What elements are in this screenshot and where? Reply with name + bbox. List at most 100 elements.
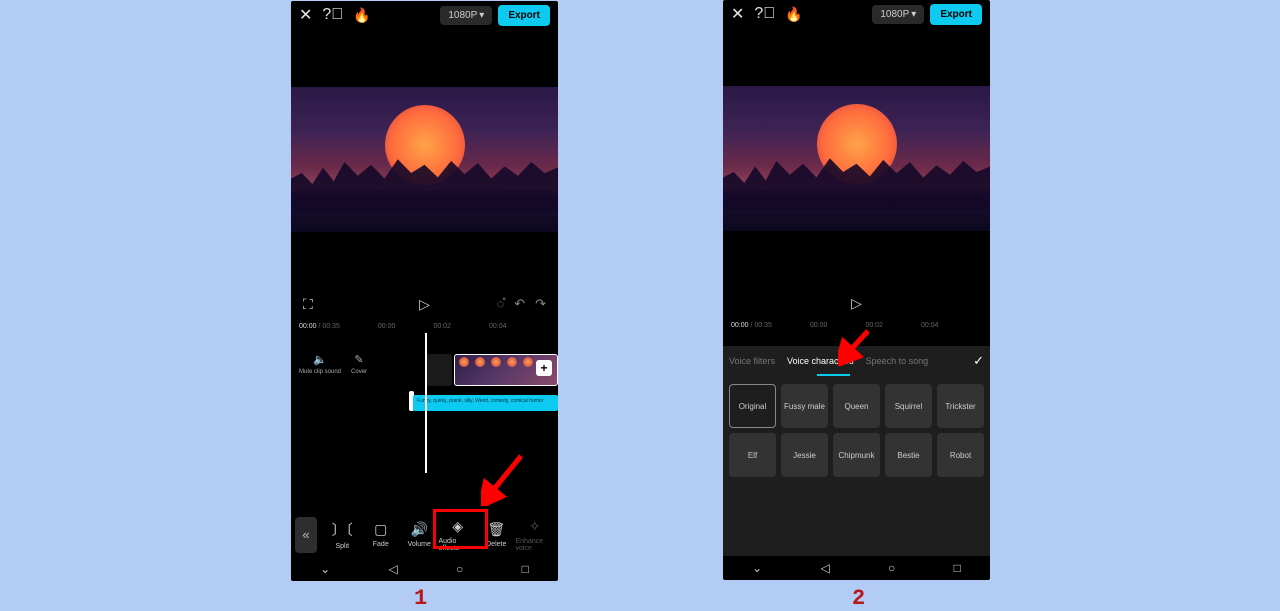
- phone-screen-2: ✕ ?⃝ 🔥 1080P ▾ Export ▷ 00:00 /: [723, 0, 990, 580]
- cover-button[interactable]: ✎ Cover: [351, 353, 367, 375]
- fullscreen-icon[interactable]: ⛶: [303, 296, 313, 313]
- toolbar: « 〕〔 Split ▢ Fade 🔊 Volume ◈ Audio effec…: [291, 512, 558, 557]
- tool-label: Enhance voice: [516, 538, 555, 552]
- nav-down-icon[interactable]: ⌄: [752, 561, 762, 575]
- export-button[interactable]: Export: [498, 5, 550, 26]
- play-icon[interactable]: ▷: [851, 295, 862, 312]
- enhance-icon: ✧: [529, 518, 541, 535]
- nav-home-icon[interactable]: ○: [888, 561, 895, 575]
- video-preview: [291, 29, 558, 289]
- voice-tabs: Voice filters Voice characters Speech to…: [729, 346, 984, 376]
- mute-clip-button[interactable]: 🔈 Mute clip sound: [299, 353, 341, 375]
- time-current: 00:00: [299, 323, 317, 330]
- preview-frame: [291, 87, 558, 232]
- nav-back-icon[interactable]: ◁: [821, 561, 830, 575]
- playback-controls: ⛶ ▷ ◌̊ ↶ ↷: [291, 289, 558, 319]
- play-icon[interactable]: ▷: [419, 296, 430, 313]
- voice-elf[interactable]: Elf: [729, 433, 776, 477]
- fire-icon[interactable]: 🔥: [785, 6, 802, 23]
- time-mark: 00:00: [810, 322, 828, 329]
- speaker-icon: 🔈: [313, 353, 327, 366]
- undo-icon[interactable]: ↶: [514, 296, 525, 312]
- delete-tool[interactable]: 🗑 Delete: [477, 521, 516, 548]
- mute-label: Mute clip sound: [299, 369, 341, 375]
- confirm-check-icon[interactable]: ✓: [973, 353, 984, 369]
- time-mark: 00:04: [921, 322, 939, 329]
- nav-back-icon[interactable]: ◁: [389, 562, 398, 576]
- preview-frame: [723, 86, 990, 231]
- enhance-voice-tool[interactable]: ✧ Enhance voice: [516, 518, 555, 552]
- voice-squirrel[interactable]: Squirrel: [885, 384, 932, 428]
- voice-robot[interactable]: Robot: [937, 433, 984, 477]
- voice-fussy-male[interactable]: Fussy male: [781, 384, 828, 428]
- voice-bestie[interactable]: Bestie: [885, 433, 932, 477]
- split-tool[interactable]: 〕〔 Split: [323, 520, 362, 550]
- fade-tool[interactable]: ▢ Fade: [362, 521, 401, 548]
- tab-voice-filters[interactable]: Voice filters: [729, 356, 775, 366]
- time-total: 00:35: [754, 322, 772, 329]
- nav-recent-icon[interactable]: □: [954, 561, 961, 575]
- time-total: 00:35: [322, 323, 340, 330]
- export-button[interactable]: Export: [930, 4, 982, 25]
- timeline-area[interactable]: 🔈 Mute clip sound ✎ Cover + Funny, quirk…: [291, 333, 558, 423]
- resolution-selector[interactable]: 1080P ▾: [440, 6, 492, 25]
- chevron-down-icon: ▾: [479, 10, 484, 21]
- audio-effects-icon: ◈: [452, 518, 463, 535]
- time-mark: 00:02: [433, 323, 451, 330]
- voice-trickster[interactable]: Trickster: [937, 384, 984, 428]
- android-navbar: ⌄ ◁ ○ □: [723, 556, 990, 580]
- voice-characters-panel: Voice filters Voice characters Speech to…: [723, 346, 990, 556]
- add-clip-button[interactable]: +: [536, 360, 552, 376]
- nav-recent-icon[interactable]: □: [522, 562, 529, 576]
- tool-label: Split: [335, 543, 349, 550]
- video-preview: [723, 28, 990, 288]
- edit-icon: ✎: [354, 353, 363, 366]
- resolution-label: 1080P: [448, 10, 477, 21]
- close-icon[interactable]: ✕: [731, 4, 744, 24]
- tab-speech-to-song[interactable]: Speech to song: [866, 356, 929, 366]
- time-mark: 00:00: [378, 323, 396, 330]
- time-mark: 00:04: [489, 323, 507, 330]
- caption-number-1: 1: [414, 586, 427, 611]
- playback-controls: ▷: [723, 288, 990, 318]
- droplet-icon[interactable]: ◌̊: [496, 296, 504, 312]
- tool-label: Volume: [408, 541, 431, 548]
- blank-clip[interactable]: [426, 354, 452, 386]
- resolution-label: 1080P: [880, 9, 909, 20]
- chevron-down-icon: ▾: [911, 9, 916, 20]
- audio-effects-tool[interactable]: ◈ Audio effects: [439, 518, 478, 552]
- nav-home-icon[interactable]: ○: [456, 562, 463, 576]
- voice-chipmunk[interactable]: Chipmunk: [833, 433, 880, 477]
- top-bar: ✕ ?⃝ 🔥 1080P ▾ Export: [723, 0, 990, 28]
- help-icon[interactable]: ?⃝: [754, 5, 775, 23]
- tab-voice-characters[interactable]: Voice characters: [787, 356, 854, 366]
- time-current: 00:00: [731, 322, 749, 329]
- phone-screen-1: ✕ ?⃝ 🔥 1080P ▾ Export ⛶ ▷ ◌̊ ↶: [291, 1, 558, 581]
- volume-icon: 🔊: [411, 521, 428, 538]
- voice-queen[interactable]: Queen: [833, 384, 880, 428]
- android-navbar: ⌄ ◁ ○ □: [291, 557, 558, 581]
- timeline-ruler: 00:00 / 00:35 00:00 00:02 00:04: [291, 319, 558, 333]
- caption-number-2: 2: [852, 586, 865, 611]
- fade-icon: ▢: [374, 521, 387, 538]
- tab-underline: [817, 374, 850, 376]
- voice-original[interactable]: Original: [729, 384, 776, 428]
- tool-label: Audio effects: [439, 538, 478, 552]
- toolbar-back-button[interactable]: «: [295, 517, 317, 553]
- fire-icon[interactable]: 🔥: [353, 7, 370, 24]
- resolution-selector[interactable]: 1080P ▾: [872, 5, 924, 24]
- help-icon[interactable]: ?⃝: [322, 6, 343, 24]
- split-icon: 〕〔: [332, 520, 353, 540]
- trash-icon: 🗑: [487, 521, 505, 538]
- cover-label: Cover: [351, 369, 367, 375]
- tool-label: Fade: [373, 541, 389, 548]
- tool-label: Delete: [486, 541, 506, 548]
- close-icon[interactable]: ✕: [299, 5, 312, 25]
- audio-clip[interactable]: Funny, quirky, prank, silly, Weird, come…: [413, 395, 558, 411]
- playhead[interactable]: [425, 333, 427, 473]
- voice-jessie[interactable]: Jessie: [781, 433, 828, 477]
- voice-grid: Original Fussy male Queen Squirrel Trick…: [729, 384, 984, 477]
- nav-down-icon[interactable]: ⌄: [320, 562, 330, 576]
- redo-icon[interactable]: ↷: [535, 296, 546, 312]
- volume-tool[interactable]: 🔊 Volume: [400, 521, 439, 548]
